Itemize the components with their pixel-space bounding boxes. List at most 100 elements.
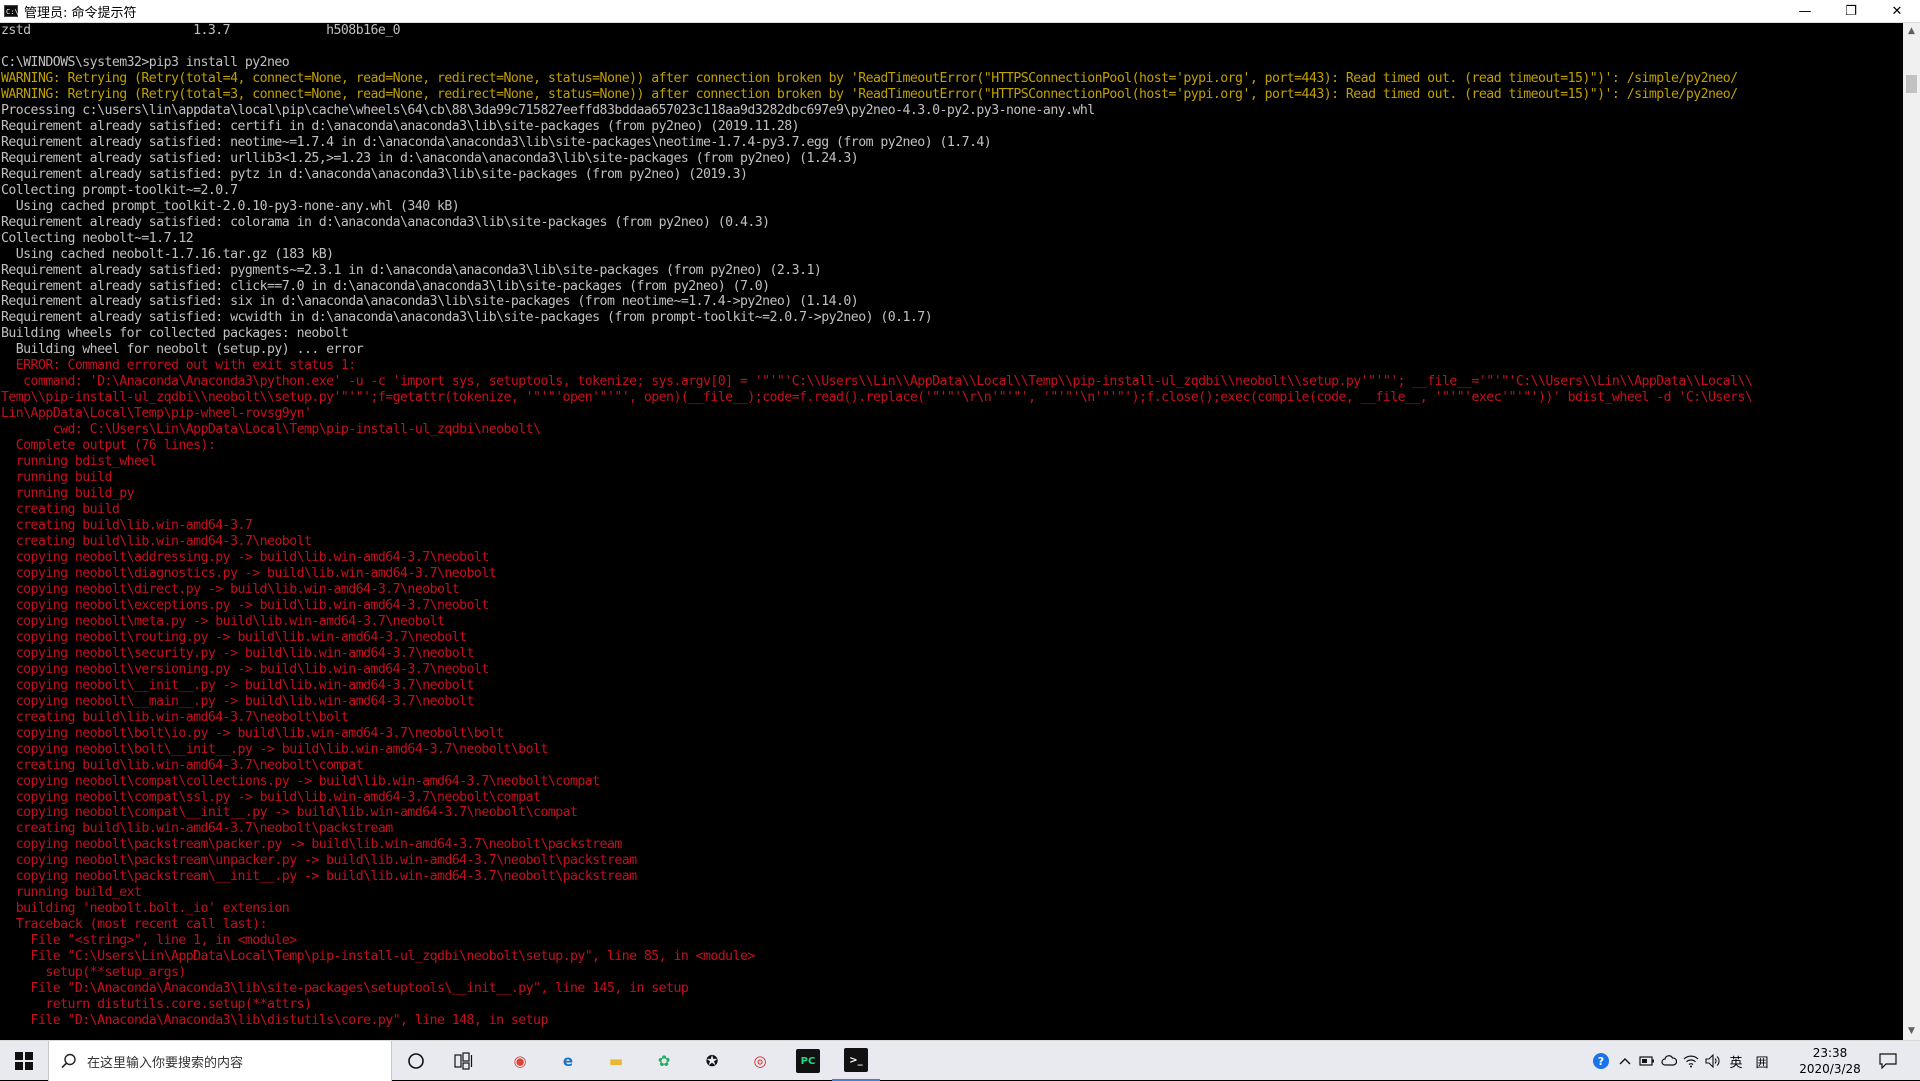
ime-language-indicator[interactable]: 英 (1724, 1041, 1748, 1081)
chrome-app[interactable]: ◉ (496, 1041, 544, 1081)
console-line: building 'neobolt.bolt._io' extension (1, 901, 290, 917)
console-line: running bdist_wheel (1, 454, 157, 470)
cortana-circle-icon (408, 1053, 424, 1069)
console-line: copying neobolt\direct.py -> build\lib.w… (1, 581, 460, 597)
help-icon[interactable]: ? (1588, 1041, 1614, 1081)
chevron-up-icon[interactable] (1614, 1041, 1636, 1081)
console-line: Collecting neobolt~=1.7.12 (1, 230, 194, 246)
netease-music-icon: ◎ (753, 1052, 767, 1070)
console-line: WARNING: Retrying (Retry(total=3, connec… (1, 86, 1738, 102)
console-line: Requirement already satisfied: pygments~… (1, 262, 822, 278)
action-center-button[interactable] (1870, 1041, 1906, 1081)
scroll-thumb[interactable] (1906, 75, 1917, 93)
title-bar[interactable]: C:\ 管理员: 命令提示符 — ❐ ✕ (0, 0, 1920, 23)
windows-logo-icon (15, 1052, 33, 1070)
console-line: Using cached neobolt-1.7.16.tar.gz (183 … (1, 246, 334, 262)
taskbar: 在这里输入你要搜索的内容 ◉ e ▬ ✿ ✪ ◎ PC >_ ? 英 囲 23:… (0, 1040, 1920, 1081)
console-line: copying neobolt\bolt\io.py -> build\lib.… (1, 725, 504, 741)
console-line: Requirement already satisfied: six in d:… (1, 294, 859, 310)
console-line: creating build\lib.win-amd64-3.7\neobolt (1, 534, 312, 549)
console-line: copying neobolt\bolt\__init__.py -> buil… (1, 741, 549, 757)
console-line: Using cached prompt_toolkit-2.0.10-py3-n… (1, 198, 460, 214)
ime-mode-indicator[interactable]: 囲 (1750, 1041, 1774, 1081)
console-line: copying neobolt\addressing.py -> build\l… (1, 549, 490, 565)
console-line: command: 'D:\Anaconda\Anaconda3\python.e… (1, 374, 1753, 390)
console-line: copying neobolt\meta.py -> build\lib.win… (1, 613, 445, 629)
wechat-app[interactable]: ✿ (640, 1041, 688, 1081)
console-line: Requirement already satisfied: colorama … (1, 214, 770, 230)
console-line: File "D:\Anaconda\Anaconda3\lib\site-pac… (1, 981, 689, 997)
cmd-icon: C:\ (4, 5, 19, 17)
console-line: Processing c:\users\lin\appdata\local\pi… (1, 102, 1095, 118)
console-line: copying neobolt\packstream\unpacker.py -… (1, 853, 637, 869)
scroll-up-arrow-icon[interactable]: ▲ (1903, 23, 1920, 40)
console-line: Requirement already satisfied: pytz in d… (1, 166, 748, 182)
console-line: copying neobolt\diagnostics.py -> build\… (1, 565, 497, 581)
console-line: copying neobolt\__main__.py -> build\lib… (1, 693, 475, 709)
qq-icon: ✪ (705, 1052, 719, 1070)
netease-music-app[interactable]: ◎ (736, 1041, 784, 1081)
file-explorer-icon: ▬ (608, 1052, 624, 1070)
cmd-app[interactable]: >_ (832, 1041, 880, 1081)
clock-date: 2020/3/28 (1799, 1062, 1861, 1076)
console-line: creating build\lib.win-amd64-3.7\neobolt… (1, 821, 393, 837)
console-line: Requirement already satisfied: urllib3<1… (1, 150, 859, 166)
battery-icon[interactable] (1636, 1041, 1658, 1081)
cmd-icon: >_ (844, 1048, 868, 1072)
scroll-down-arrow-icon[interactable]: ▼ (1903, 1023, 1920, 1040)
console-line: copying neobolt\__init__.py -> build\lib… (1, 677, 475, 693)
console-line: zstd 1.3.7 h508b16e_0 (1, 23, 401, 38)
task-view-button[interactable] (440, 1041, 488, 1081)
console-line: ERROR: Command errored out with exit sta… (1, 358, 356, 374)
console-line: Lin\AppData\Local\Temp\pip-wheel-rovsg9y… (1, 406, 312, 422)
start-button[interactable] (0, 1041, 48, 1081)
console-line: Building wheel for neobolt (setup.py) ..… (1, 342, 364, 358)
wechat-icon: ✿ (657, 1052, 671, 1070)
console-line: Building wheels for collected packages: … (1, 326, 349, 342)
console-line: Traceback (most recent call last): (1, 917, 268, 933)
close-button[interactable]: ✕ (1874, 0, 1920, 22)
console-line: Collecting prompt-toolkit~=2.0.7 (1, 182, 238, 198)
console-line: setup(**setup_args) (1, 965, 186, 981)
window-controls: — ❐ ✕ (1782, 0, 1920, 22)
cmd-window[interactable]: C:\ 管理员: 命令提示符 — ❐ ✕ zstd 1.3.7 h508b16e… (0, 0, 1920, 1040)
console-line: Complete output (76 lines): (1, 438, 216, 454)
svg-text:?: ? (1598, 1055, 1604, 1068)
console-line: copying neobolt\packstream\__init__.py -… (1, 869, 637, 885)
wifi-icon[interactable] (1680, 1041, 1702, 1081)
console-line: creating build\lib.win-amd64-3.7\neobolt… (1, 709, 349, 725)
console-line: return distutils.core.setup(**attrs) (1, 997, 312, 1013)
console-line: running build (1, 470, 113, 486)
console-line: copying neobolt\packstream\packer.py -> … (1, 837, 623, 853)
cortana-button[interactable] (392, 1041, 440, 1081)
console-output[interactable]: zstd 1.3.7 h508b16e_0 C:\WINDOWS\system32… (0, 23, 1901, 1040)
cloud-icon[interactable] (1658, 1041, 1680, 1081)
console-line: WARNING: Retrying (Retry(total=4, connec… (1, 70, 1738, 86)
edge-icon: e (562, 1052, 574, 1070)
console-line: C:\WINDOWS\system32>pip3 install py2neo (1, 54, 290, 70)
restore-button[interactable]: ❐ (1828, 0, 1874, 22)
pycharm-icon: PC (796, 1049, 820, 1073)
console-line: copying neobolt\versioning.py -> build\l… (1, 661, 490, 677)
console-line: running build_py (1, 486, 135, 502)
taskbar-search-box[interactable]: 在这里输入你要搜索的内容 (48, 1041, 392, 1081)
file-explorer-app[interactable]: ▬ (592, 1041, 640, 1081)
console-line: copying neobolt\exceptions.py -> build\l… (1, 597, 490, 613)
qq-app[interactable]: ✪ (688, 1041, 736, 1081)
console-line: copying neobolt\compat\collections.py ->… (1, 773, 600, 789)
volume-icon[interactable] (1702, 1041, 1724, 1081)
window-title: 管理员: 命令提示符 (24, 5, 137, 21)
search-icon (61, 1053, 76, 1069)
search-placeholder: 在这里输入你要搜索的内容 (87, 1055, 244, 1071)
console-line: Requirement already satisfied: wcwidth i… (1, 310, 933, 326)
vertical-scrollbar[interactable]: ▲ ▼ (1903, 23, 1920, 1040)
pycharm-app[interactable]: PC (784, 1041, 832, 1081)
edge-app[interactable]: e (544, 1041, 592, 1081)
chrome-icon: ◉ (513, 1052, 527, 1070)
console-line: File "D:\Anaconda\Anaconda3\lib\distutil… (1, 1013, 549, 1029)
console-line: copying neobolt\compat\__init__.py -> bu… (1, 805, 578, 821)
minimize-button[interactable]: — (1782, 0, 1828, 22)
console-line: Requirement already satisfied: certifi i… (1, 118, 800, 134)
console-line: creating build\lib.win-amd64-3.7 (1, 518, 253, 534)
